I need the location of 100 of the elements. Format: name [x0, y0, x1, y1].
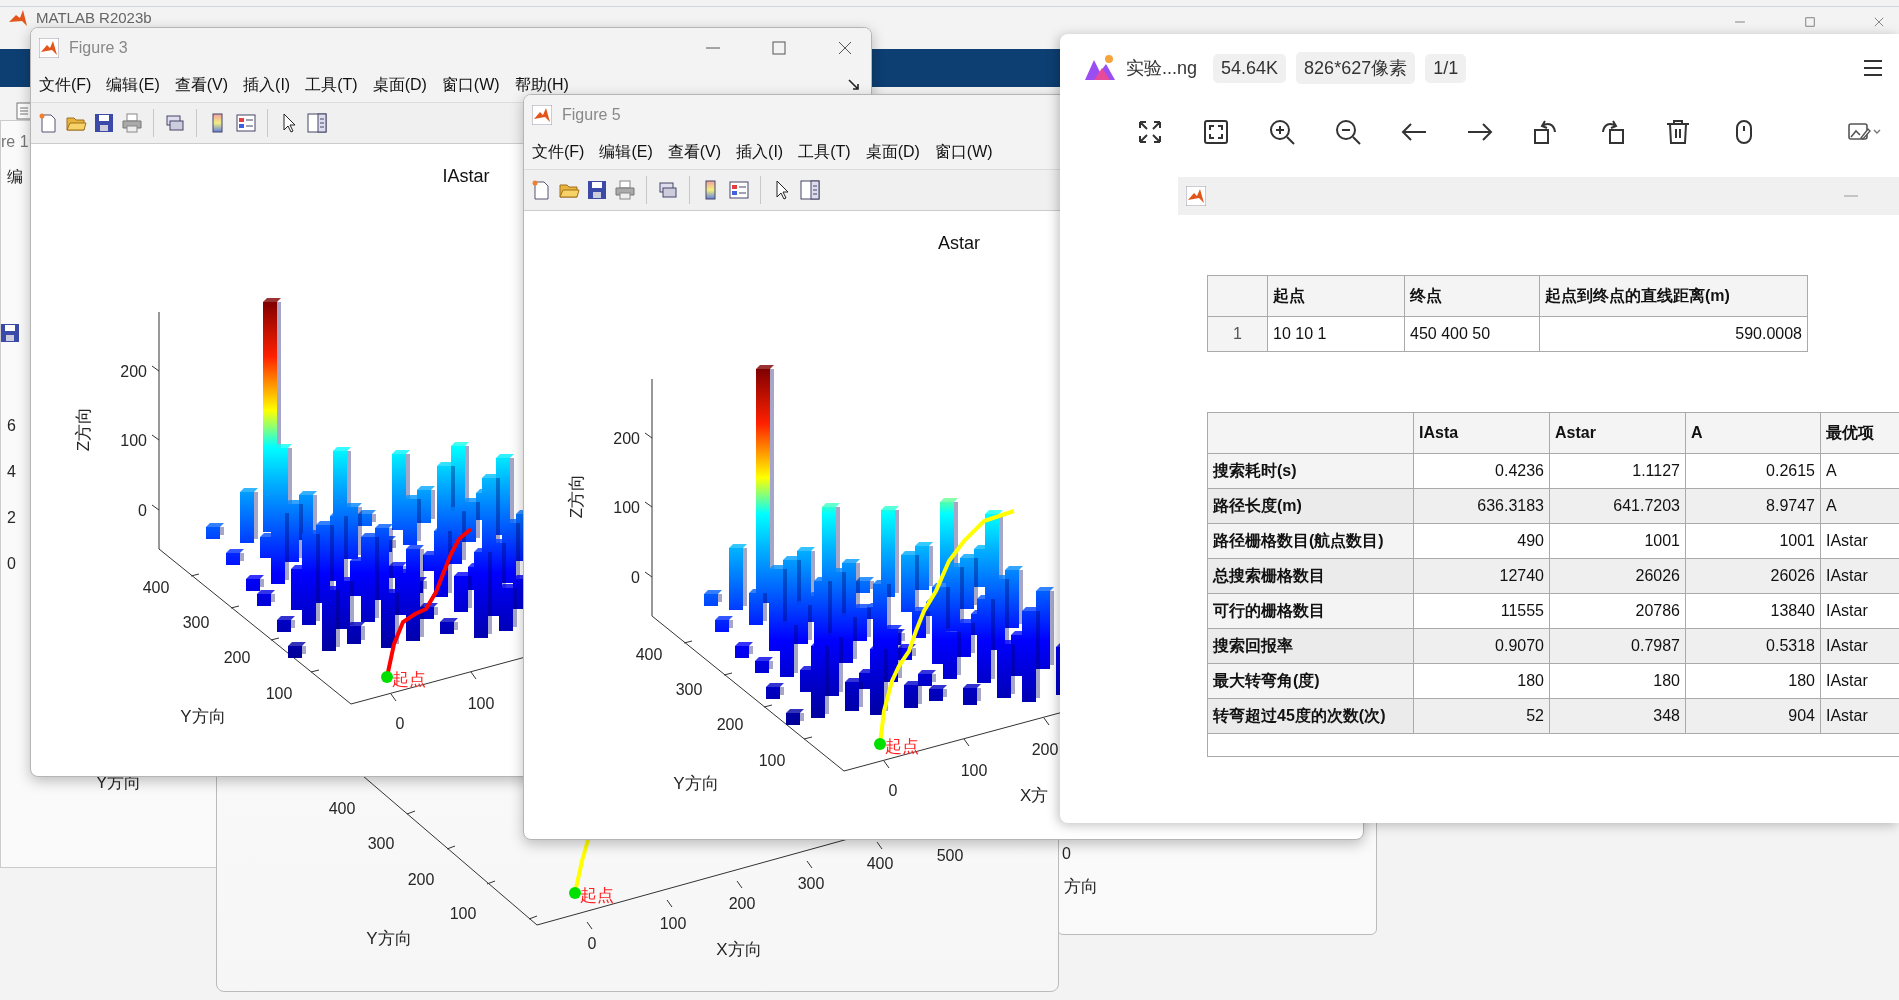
menu-item[interactable]: 查看(V)	[174, 74, 229, 96]
table-cell: 11555	[1413, 593, 1550, 629]
table-cell: 348	[1549, 698, 1686, 734]
tick-label: 0	[138, 502, 147, 519]
info-badge: 1/1	[1425, 53, 1467, 83]
menu-item[interactable]: 文件(F)	[39, 74, 92, 96]
table-cell: 490	[1413, 523, 1550, 559]
row-header: 搜索耗时(s)	[1207, 453, 1414, 489]
tick-label: 100	[265, 685, 293, 702]
print-icon[interactable]	[121, 112, 143, 134]
column-header: 最优项	[1820, 412, 1899, 454]
axis-label: Y方向	[366, 929, 412, 948]
fit-screen-icon[interactable]	[1202, 118, 1230, 146]
tick-label: 200	[613, 430, 640, 447]
tick-label: 100	[659, 915, 687, 932]
tick-label: 200	[407, 871, 435, 888]
zoom-in-icon[interactable]	[1268, 118, 1296, 146]
menu-item[interactable]: 编辑(E)	[599, 141, 653, 163]
legend-icon[interactable]	[235, 112, 257, 134]
column-header: 起点	[1267, 275, 1405, 317]
table-cell: 0.4236	[1413, 453, 1550, 489]
new-file-icon[interactable]	[530, 179, 552, 201]
start-marker	[874, 738, 886, 750]
menu-item[interactable]: 插入(I)	[736, 141, 784, 163]
app-logo-icon	[39, 38, 59, 58]
table-cell: 26026	[1549, 558, 1686, 594]
plot-title: IAstar	[442, 166, 490, 186]
row-number: 1	[1207, 316, 1268, 352]
window-title: re 1	[1, 133, 29, 151]
table-cell: 0.9070	[1413, 628, 1550, 664]
tick-label: 200	[223, 649, 251, 666]
panel-icon[interactable]	[799, 179, 821, 201]
menu-item[interactable]: 桌面(D)	[372, 74, 427, 96]
menu-item[interactable]: 编辑(E)	[106, 74, 160, 96]
column-header: 终点	[1404, 275, 1540, 317]
close-icon[interactable]	[1872, 15, 1886, 29]
menu-item[interactable]: 查看(V)	[667, 141, 722, 163]
tick-label: 4	[7, 463, 16, 481]
table-cell: 0.7987	[1549, 628, 1686, 664]
tick-label: 0	[395, 715, 405, 732]
table-cell: 20786	[1549, 593, 1686, 629]
save-icon[interactable]	[1, 323, 21, 345]
axis-label: Y方向	[673, 774, 719, 793]
tick-label: 400	[866, 855, 894, 872]
app-logo-icon	[532, 105, 552, 125]
fullscreen-icon[interactable]	[1136, 118, 1164, 146]
table-cell: 26026	[1685, 558, 1821, 594]
link-icon[interactable]	[657, 179, 679, 201]
table-cell: 1001	[1549, 523, 1686, 559]
print-icon[interactable]	[614, 179, 636, 201]
row-header: 路径长度(m)	[1207, 488, 1414, 524]
save-icon[interactable]	[93, 112, 115, 134]
arrow-icon[interactable]	[847, 78, 861, 92]
tick-label: 300	[182, 614, 210, 631]
link-icon[interactable]	[164, 112, 186, 134]
tick-label: 300	[367, 835, 395, 852]
app-logo-icon	[1186, 186, 1206, 206]
table-cell: 590.0008	[1539, 316, 1808, 352]
tick-label: 100	[613, 499, 640, 516]
menu-item[interactable]: 工具(T)	[305, 74, 358, 96]
row-header: 搜索回报率	[1207, 628, 1414, 664]
panel-icon[interactable]	[306, 112, 328, 134]
row-header: 最大转弯角(度)	[1207, 663, 1414, 699]
menu-item[interactable]: 窗口(W)	[441, 74, 500, 96]
tick-label: 200	[120, 363, 147, 380]
save-icon[interactable]	[586, 179, 608, 201]
delete-icon[interactable]	[1664, 118, 1692, 146]
table-cell: 180	[1549, 663, 1686, 699]
table-cell: 10 10 1	[1267, 316, 1405, 352]
table-cell: 180	[1413, 663, 1550, 699]
tick-label: 200	[728, 895, 756, 912]
row-header: 总搜索栅格数目	[1207, 558, 1414, 594]
tick-label: 100	[960, 762, 988, 779]
table-cell: 0.5318	[1685, 628, 1821, 664]
table-cell: 8.9747	[1685, 488, 1821, 524]
axis-label: Y方向	[180, 707, 226, 726]
tick-label: 400	[635, 646, 663, 663]
axis-label: Z方向	[567, 473, 586, 519]
menu-item[interactable]: 编	[7, 167, 23, 188]
window-title: MATLAB R2023b	[36, 9, 152, 26]
zoom-out-icon[interactable]	[1334, 118, 1362, 146]
table-cell: IAstar	[1820, 558, 1899, 594]
new-file-icon[interactable]	[37, 112, 59, 134]
tick-label: 100	[120, 432, 147, 449]
menu-item[interactable]: 帮助(H)	[514, 74, 569, 96]
menu-item[interactable]: 文件(F)	[532, 141, 585, 163]
maximize-icon[interactable]	[1803, 15, 1817, 29]
tick-label: 100	[758, 752, 786, 769]
tick-label: 400	[328, 800, 356, 817]
start-label: 起点	[392, 670, 426, 689]
menu-item[interactable]: 工具(T)	[798, 141, 851, 163]
menu-item[interactable]: 插入(I)	[243, 74, 291, 96]
tick-label: 100	[467, 695, 495, 712]
menu-item[interactable]: 桌面(D)	[865, 141, 920, 163]
start-marker	[569, 887, 581, 899]
tick-label: 200	[1031, 741, 1059, 758]
column-header: 起点到终点的直线距离(m)	[1539, 275, 1808, 317]
row-header: 路径栅格数目(航点数目)	[1207, 523, 1414, 559]
legend-icon[interactable]	[728, 179, 750, 201]
menu-item[interactable]: 窗口(W)	[934, 141, 993, 163]
